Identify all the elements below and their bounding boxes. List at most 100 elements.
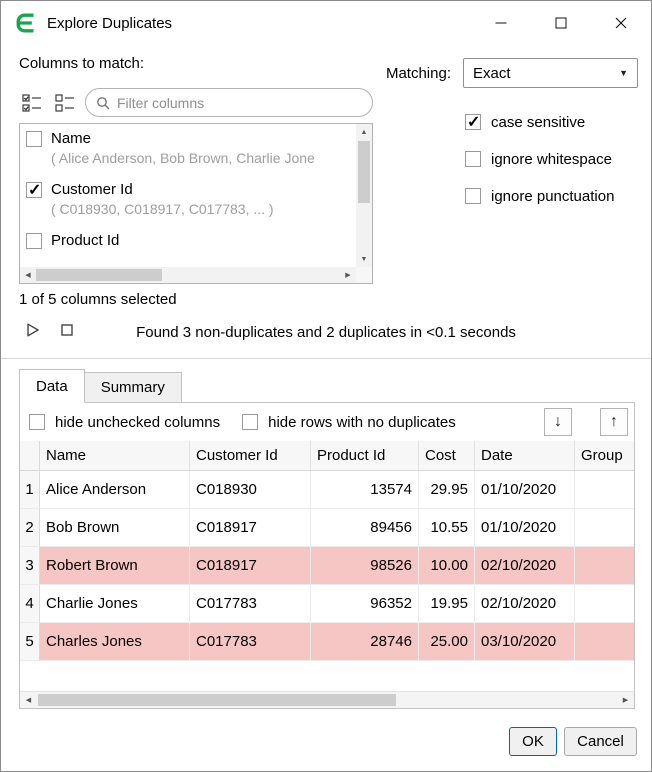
- checkbox[interactable]: [465, 151, 481, 167]
- checkbox[interactable]: [242, 414, 258, 430]
- tab-data[interactable]: Data: [19, 369, 85, 403]
- selection-summary: 1 of 5 columns selected: [19, 291, 177, 308]
- ok-button[interactable]: OK: [509, 727, 557, 756]
- explore-duplicates-dialog: Explore Duplicates Columns to match:: [0, 0, 652, 772]
- column-header[interactable]: Group: [575, 441, 634, 470]
- chevron-down-icon: ▼: [619, 68, 628, 78]
- table-cell[interactable]: 13574: [311, 471, 419, 509]
- table-cell[interactable]: 19.95: [419, 585, 475, 623]
- checkbox-label: ignore punctuation: [491, 188, 614, 205]
- column-item[interactable]: Product Id: [20, 226, 356, 267]
- move-up-button[interactable]: ↑: [600, 408, 628, 436]
- table-cell[interactable]: C017783: [190, 585, 311, 623]
- row-number: 5: [20, 623, 40, 661]
- uncheck-all-columns-button[interactable]: [52, 90, 78, 116]
- table-row[interactable]: 4Charlie JonesC0177839635219.9502/10/202…: [20, 585, 634, 623]
- column-text: Name( Alice Anderson, Bob Brown, Charlie…: [51, 129, 315, 170]
- window-title: Explore Duplicates: [47, 15, 172, 32]
- vertical-scroll-thumb[interactable]: [358, 141, 370, 203]
- matching-option-ignore-punctuation[interactable]: ignore punctuation: [465, 185, 614, 207]
- table-cell[interactable]: 98526: [311, 547, 419, 585]
- table-row[interactable]: 1Alice AndersonC0189301357429.9501/10/20…: [20, 471, 634, 509]
- table-horizontal-scrollbar[interactable]: ◀ ▶: [20, 691, 634, 708]
- table-cell[interactable]: 89456: [311, 509, 419, 547]
- scroll-right-icon[interactable]: ▶: [617, 692, 634, 708]
- scroll-up-icon[interactable]: ▲: [356, 124, 372, 140]
- column-label: Customer Id: [51, 180, 274, 200]
- table-row[interactable]: 3Robert BrownC0189179852610.0002/10/2020: [20, 547, 634, 585]
- window-controls: [471, 1, 651, 45]
- table-cell[interactable]: C018917: [190, 509, 311, 547]
- close-button[interactable]: [591, 1, 651, 45]
- tab-summary[interactable]: Summary: [85, 372, 182, 403]
- matching-option-case-sensitive[interactable]: case sensitive: [465, 111, 614, 133]
- table-cell[interactable]: Robert Brown: [40, 547, 190, 585]
- column-checkbox[interactable]: [26, 182, 42, 198]
- checkbox-label: ignore whitespace: [491, 151, 612, 168]
- table-cell[interactable]: 02/10/2020: [475, 547, 575, 585]
- tab-bar: DataSummary: [19, 369, 182, 403]
- column-item[interactable]: Name( Alice Anderson, Bob Brown, Charlie…: [20, 124, 356, 175]
- checkbox[interactable]: [465, 114, 481, 130]
- table-cell[interactable]: Charles Jones: [40, 623, 190, 661]
- data-tab-pane: hide unchecked columns hide rows with no …: [19, 402, 635, 709]
- cancel-button[interactable]: Cancel: [564, 727, 637, 756]
- columns-list-vertical-scrollbar[interactable]: ▲ ▼: [356, 124, 372, 267]
- table-cell[interactable]: [575, 547, 634, 585]
- matching-select[interactable]: Exact ▼: [463, 58, 638, 88]
- scroll-left-icon[interactable]: ◀: [20, 267, 36, 283]
- status-text: Found 3 non-duplicates and 2 duplicates …: [1, 324, 651, 341]
- column-header[interactable]: Customer Id: [190, 441, 311, 470]
- matching-option-ignore-whitespace[interactable]: ignore whitespace: [465, 148, 614, 170]
- minimize-button[interactable]: [471, 1, 531, 45]
- table-cell[interactable]: 01/10/2020: [475, 509, 575, 547]
- checkbox[interactable]: [29, 414, 45, 430]
- table-cell[interactable]: 10.55: [419, 509, 475, 547]
- table-row[interactable]: 2Bob BrownC0189178945610.5501/10/2020: [20, 509, 634, 547]
- table-body: 1Alice AndersonC0189301357429.9501/10/20…: [20, 471, 634, 661]
- column-checkbox[interactable]: [26, 233, 42, 249]
- table-horizontal-scroll-thumb[interactable]: [38, 694, 396, 706]
- table-cell[interactable]: Bob Brown: [40, 509, 190, 547]
- table-cell[interactable]: [575, 509, 634, 547]
- table-row[interactable]: 5Charles JonesC0177832874625.0003/10/202…: [20, 623, 634, 661]
- column-header[interactable]: Product Id: [311, 441, 419, 470]
- table-cell[interactable]: 25.00: [419, 623, 475, 661]
- column-checkbox[interactable]: [26, 131, 42, 147]
- table-option-hide-unchecked-columns[interactable]: hide unchecked columns: [29, 411, 220, 433]
- table-cell[interactable]: 96352: [311, 585, 419, 623]
- horizontal-scroll-thumb[interactable]: [36, 269, 162, 281]
- filter-columns-input[interactable]: [117, 95, 362, 111]
- scroll-right-icon[interactable]: ▶: [340, 267, 356, 283]
- scroll-left-icon[interactable]: ◀: [20, 692, 37, 708]
- table-cell[interactable]: 28746: [311, 623, 419, 661]
- checkbox[interactable]: [465, 188, 481, 204]
- table-cell[interactable]: [575, 585, 634, 623]
- search-icon: [96, 96, 110, 110]
- table-option-hide-rows-with-no-duplicates[interactable]: hide rows with no duplicates: [242, 411, 456, 433]
- columns-list-horizontal-scrollbar[interactable]: ◀ ▶: [20, 267, 356, 283]
- column-header[interactable]: Name: [40, 441, 190, 470]
- table-cell[interactable]: C017783: [190, 623, 311, 661]
- table-cell[interactable]: [575, 471, 634, 509]
- column-header[interactable]: Cost: [419, 441, 475, 470]
- table-cell[interactable]: C018917: [190, 547, 311, 585]
- table-cell[interactable]: Charlie Jones: [40, 585, 190, 623]
- table-cell[interactable]: 03/10/2020: [475, 623, 575, 661]
- table-cell[interactable]: [575, 623, 634, 661]
- column-label: Product Id: [51, 231, 119, 251]
- table-cell[interactable]: 02/10/2020: [475, 585, 575, 623]
- column-item[interactable]: Customer Id( C018930, C018917, C017783, …: [20, 175, 356, 226]
- table-cell[interactable]: C018930: [190, 471, 311, 509]
- table-cell[interactable]: 01/10/2020: [475, 471, 575, 509]
- column-header[interactable]: Date: [475, 441, 575, 470]
- maximize-button[interactable]: [531, 1, 591, 45]
- check-all-columns-button[interactable]: [19, 90, 45, 116]
- scroll-down-icon[interactable]: ▼: [356, 251, 372, 267]
- table-cell[interactable]: Alice Anderson: [40, 471, 190, 509]
- filter-columns-box[interactable]: [85, 88, 373, 117]
- move-down-button[interactable]: ↓: [544, 408, 572, 436]
- table-cell[interactable]: 10.00: [419, 547, 475, 585]
- table-cell[interactable]: 29.95: [419, 471, 475, 509]
- row-number: 3: [20, 547, 40, 585]
